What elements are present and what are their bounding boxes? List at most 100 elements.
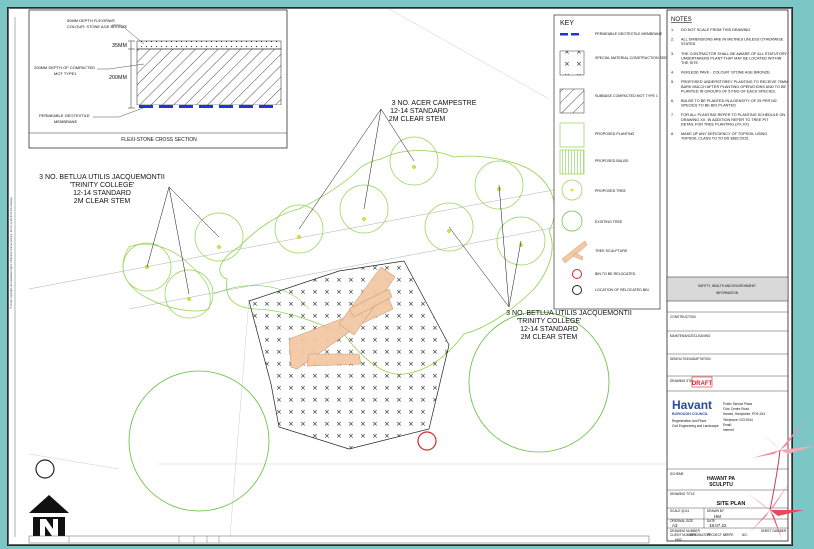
- note-text-line: STATED: [681, 42, 696, 46]
- mot-label-1: 200MM DEPTH OF COMPACTED: [34, 65, 95, 70]
- note-text-line: TOPSOIL CLASS TO TO BS 3882:2015.: [681, 137, 749, 141]
- existing-tree: [468, 311, 610, 453]
- bin-to-be-relocated: [417, 431, 437, 451]
- betula-a-line-2: 'TRINITY COLLEGE': [70, 182, 135, 189]
- safety-title-2: INFORMATION: [716, 291, 739, 295]
- note-number: 8.: [671, 132, 674, 136]
- scale-label: SCALE @ A1: [670, 509, 689, 513]
- scheme-label: SCHEME: [670, 472, 684, 476]
- key-label-7: TREE SCULPTURE: [595, 249, 628, 253]
- acer-line-2: 12-14 STANDARD: [390, 108, 448, 115]
- note-text-line: DETAIL FOR TREE PLANTING (XX.XX): [681, 122, 750, 126]
- note-number: 7.: [671, 113, 674, 117]
- note-number: 3.: [671, 52, 674, 56]
- key-label-8: BIN TO BE RELOCATED: [595, 272, 636, 276]
- flexipave-label-1: 50MM DEPTH FLEXIPAVE: [67, 18, 115, 23]
- note-text-line: BARK MULCH AFTER PLANTING OPERATIONS AND…: [681, 85, 787, 89]
- betula-b-line-4: 2M CLEAR STEM: [521, 334, 578, 341]
- construction-label: CONSTRUCTION: [670, 315, 696, 319]
- dim-200mm: 200MM: [109, 75, 127, 81]
- havant-logo-text: Havant: [672, 398, 712, 412]
- north-arrow: [29, 495, 69, 537]
- demolition-label: DEMOLITION/ADAPTATION: [670, 357, 711, 361]
- key-title: KEY: [560, 20, 574, 27]
- note-text: KERLEDE PAVE - COLOUR: STONE AGE BRONZE.: [681, 71, 771, 75]
- note-number: 1.: [671, 28, 674, 32]
- safety-title-1: SAFETY, HEALTH AND ENVIRONMENT: [698, 284, 756, 288]
- client-number-value: HBC: [675, 538, 683, 542]
- planting-bed-west: [122, 243, 211, 312]
- notes-title: NOTES: [671, 17, 692, 23]
- drawing-status-value: DRAFT: [692, 381, 713, 387]
- note-text: DO NOT SCALE FROM THIS DRAWING: [681, 28, 750, 32]
- betula-annotation-b: 3 NO. BETLUA UTILIS JACQUEMONTII 'TRINIT…: [506, 310, 632, 341]
- site-plan-drawing: × © Crown copyright and database rights.…: [9, 9, 789, 544]
- dim-35mm: 35MM: [112, 43, 127, 49]
- note-text-line: MAKE UP ANY DEFICIENCY OF TOPSOIL USING: [681, 132, 767, 136]
- drawn-by-label: DRAWN BY: [707, 509, 725, 513]
- note-number: 2.: [671, 38, 674, 42]
- betula-b-line-3: 12-14 STANDARD: [520, 326, 578, 333]
- note-text-line: DRAWING XX. IN ADDITION REFER TO TREE PI…: [681, 118, 769, 122]
- betula-annotation-a: 3 NO. BETLUA UTILIS JACQUEMONTII 'TRINIT…: [39, 174, 165, 205]
- note-text-line: SPECIES TO BE BIO PLANTED: [681, 104, 736, 108]
- regen-line-2: Civil Engineering and Landscape: [672, 424, 719, 428]
- acer-line-3: 2M CLEAR STEM: [389, 116, 446, 123]
- geotextile-label-1: PERMEABLE GEOTEXTILE: [39, 113, 90, 118]
- betula-b-line-2: 'TRINITY COLLEGE': [517, 318, 582, 325]
- betula-a-line-3: 12-14 STANDARD: [73, 190, 131, 197]
- key-label-6: EXISTING TREE: [595, 220, 623, 224]
- geotextile-label-2: MEMBRANE: [54, 119, 77, 124]
- key-label-3: PROPOSED PLANTING: [595, 132, 635, 136]
- note-text-line: THE CONTRACTOR SHALL BE AWARE OF ALL STA…: [681, 52, 788, 56]
- note-text-line: THE SITE: [681, 61, 699, 65]
- left-margin-strip: © Crown copyright and database rights. O…: [9, 17, 16, 537]
- note-text-line: ALL DIMENSIONS ARE IN METRES UNLESS OTHE…: [681, 38, 784, 42]
- revision-strip: [28, 535, 650, 544]
- internet: Internet: [723, 428, 734, 432]
- drawing-sheet: × © Crown copyright and database rights.…: [8, 8, 792, 545]
- acer-annotation: 3 NO. ACER CAMPESTRE 12-14 STANDARD 2M C…: [389, 100, 477, 123]
- drawing-title-label: DRAWING TITLE: [670, 492, 695, 496]
- note-text-line: DO NOT SCALE FROM THIS DRAWING: [681, 28, 750, 32]
- note-text: PROPOSED UNDERSTOREY PLANTING TO RECEIVE…: [681, 80, 788, 93]
- note-text-line: KERLEDE PAVE - COLOUR: STONE AGE BRONZE.: [681, 71, 771, 75]
- acer-line-1: 3 NO. ACER CAMPESTRE: [392, 100, 477, 107]
- existing-tree: [128, 370, 270, 512]
- date-value: 18.07.22: [709, 523, 727, 528]
- key-label-9: LOCATION OF RELOCATED BIN: [595, 288, 649, 292]
- email: Email:: [723, 423, 732, 427]
- key-label-2: SUBBASE COMPACTED MOT TYPE 1: [595, 94, 658, 98]
- maintenance-label: MAINTENANCE/CLEANING: [670, 334, 711, 338]
- svg-text:© Crown copyright and database: © Crown copyright and database rights. O…: [9, 196, 13, 309]
- flexi-stone-cross-section: FLEXI-STONE CROSS SECTION 35MM 200MM 50M…: [28, 9, 288, 149]
- betula-b-line-1: 3 NO. BETLUA UTILIS JACQUEMONTII: [506, 310, 632, 317]
- betula-a-line-4: 2M CLEAR STEM: [74, 198, 131, 205]
- cross-section-title: FLEXI-STONE CROSS SECTION: [121, 137, 197, 143]
- flexipave-layer: [136, 40, 282, 50]
- note-number: 5.: [671, 80, 674, 84]
- key-legend: KEY PERMEABLE GEOTEXTILE MEMBRANE SPECIA…: [553, 14, 681, 310]
- scheme-line-2: SCULPTU: [709, 482, 733, 488]
- relocated-bin-location: [35, 459, 55, 479]
- flexipave-label-2: COLOUR: STONE AGE BRONZE: [67, 24, 127, 29]
- betula-a-line-1: 3 NO. BETLUA UTILIS JACQUEMONTII: [39, 174, 165, 181]
- mot-label-2: MOT TYPE1: [54, 71, 77, 76]
- note-text-line: PLANTED IN GROUPS OF 5 FNG OF EACH SPECI…: [681, 89, 776, 93]
- note-number: 6.: [671, 99, 674, 103]
- geotextile-membrane: [137, 105, 281, 108]
- havant-logo-sub: BOROUGH COUNCIL: [672, 412, 709, 416]
- regen-line-1: Regeneration And Place: [672, 419, 707, 423]
- key-label-5: PROPOSED TREE: [595, 189, 626, 193]
- original-size-value: A3: [672, 523, 678, 528]
- note-text-line: PROPOSED UNDERSTOREY PLANTING TO RECEIVE…: [681, 80, 788, 84]
- decorative-flower-icon: [746, 420, 814, 540]
- note-text-line: FOR ALL PLANTING REFER TO PLANTING SCHED…: [681, 113, 785, 117]
- key-label-0: PERMEABLE GEOTEXTILE MEMBRANE: [595, 32, 663, 36]
- key-label-4: PROPOSED BULBS: [595, 159, 629, 163]
- note-text-line: BULBS TO BE PLANTED IN A DENSITY OF 25 P…: [681, 99, 778, 103]
- note-number: 4.: [671, 71, 674, 75]
- mot-type1-layer: [136, 48, 282, 106]
- type-label: TYPE: [725, 533, 733, 537]
- note-text-line: UNDERTAKERS PLANT THAT MAY BE LOCATED WI…: [681, 56, 782, 60]
